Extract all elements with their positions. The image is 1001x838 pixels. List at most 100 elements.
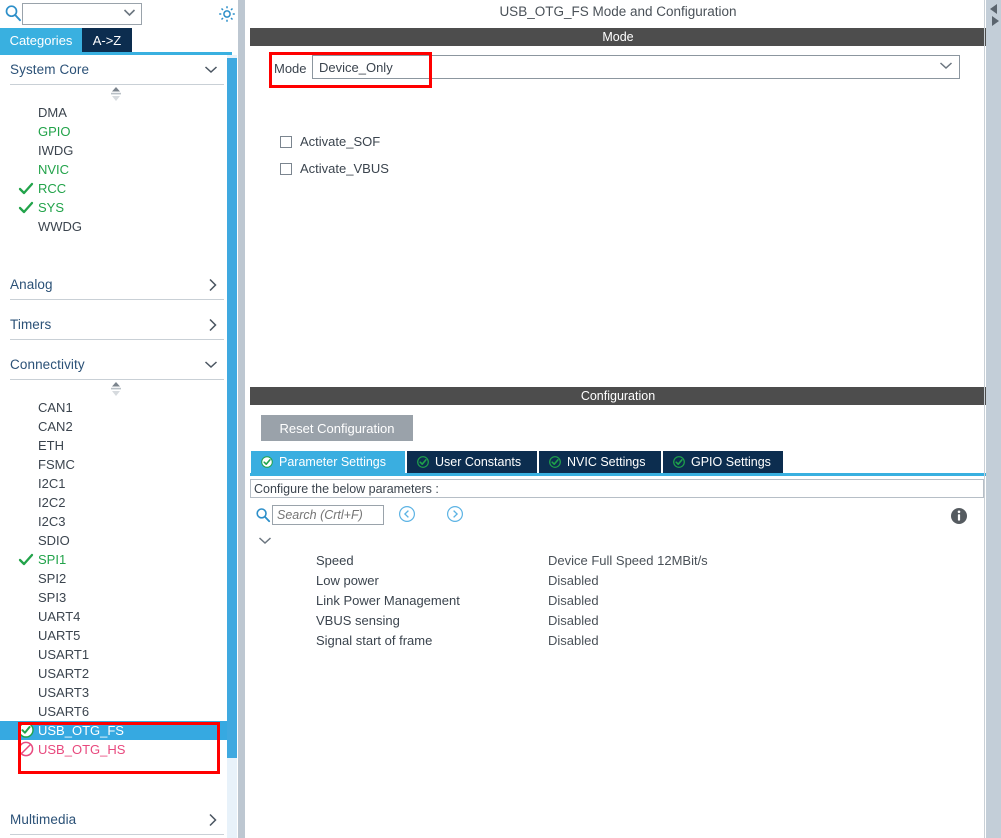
table-row[interactable]: Speed Device Full Speed 12MBit/s <box>250 550 986 570</box>
ip-item-uart4[interactable]: UART4 <box>0 607 232 626</box>
ip-search-row <box>0 0 235 28</box>
ip-tree-scrollbar[interactable] <box>227 55 237 838</box>
ip-item-rcc[interactable]: RCC <box>0 179 232 198</box>
group-header-multimedia[interactable]: Multimedia <box>10 805 224 835</box>
ip-item-i2c1[interactable]: I2C1 <box>0 474 232 493</box>
checkbox-box[interactable] <box>280 162 292 175</box>
parameter-value[interactable]: Disabled <box>548 593 599 608</box>
check-circle-icon <box>261 456 273 468</box>
ip-item-spi1[interactable]: SPI1 <box>0 550 232 569</box>
table-row[interactable]: Low power Disabled <box>250 570 986 590</box>
chevron-down-icon <box>204 62 218 77</box>
ip-search-combo[interactable] <box>22 3 142 25</box>
reset-configuration-button[interactable]: Reset Configuration <box>261 415 413 441</box>
ip-label: I2C2 <box>38 495 66 510</box>
ip-item-sys[interactable]: SYS <box>0 198 232 217</box>
ip-label: FSMC <box>38 457 75 472</box>
ip-item-fsmc[interactable]: FSMC <box>0 455 232 474</box>
parameter-table: Speed Device Full Speed 12MBit/s Low pow… <box>250 550 986 650</box>
tab-a-to-z-label: A->Z <box>92 32 122 48</box>
table-row[interactable]: Link Power Management Disabled <box>250 590 986 610</box>
ip-item-gpio[interactable]: GPIO <box>0 122 232 141</box>
ip-item-can1[interactable]: CAN1 <box>0 398 232 417</box>
group-header-analog[interactable]: Analog <box>10 270 224 300</box>
parameter-name: Link Power Management <box>316 592 460 608</box>
tab-label: GPIO Settings <box>691 455 771 469</box>
checkbox-box[interactable] <box>280 135 292 148</box>
ip-item-i2c2[interactable]: I2C2 <box>0 493 232 512</box>
tab-nvic-settings[interactable]: NVIC Settings <box>539 451 661 473</box>
ip-label: CAN2 <box>38 419 73 434</box>
ip-item-nvic[interactable]: NVIC <box>0 160 232 179</box>
group-header-system-core[interactable]: System Core <box>10 55 224 85</box>
ip-label: GPIO <box>38 124 71 139</box>
checkbox-activate-sof[interactable]: Activate_SOF <box>280 134 380 149</box>
next-circle-icon[interactable] <box>446 505 464 523</box>
ip-item-spi3[interactable]: SPI3 <box>0 588 232 607</box>
ip-item-usb-otg-fs[interactable]: USB_OTG_FS <box>0 721 228 740</box>
ip-label: DMA <box>38 105 67 120</box>
ip-item-usb-otg-hs[interactable]: USB_OTG_HS <box>0 740 232 759</box>
panel-divider <box>238 0 245 838</box>
tabstrip-underline <box>250 473 986 476</box>
search-input[interactable] <box>272 505 384 525</box>
ip-item-uart5[interactable]: UART5 <box>0 626 232 645</box>
chevron-right-icon <box>208 277 218 294</box>
ip-item-sdio[interactable]: SDIO <box>0 531 232 550</box>
parameter-value[interactable]: Disabled <box>548 613 599 628</box>
ip-item-usart1[interactable]: USART1 <box>0 645 232 664</box>
ip-item-usart3[interactable]: USART3 <box>0 683 232 702</box>
group-label: Multimedia <box>10 812 77 827</box>
tab-categories-label: Categories <box>9 32 73 48</box>
ip-item-dma[interactable]: DMA <box>0 103 232 122</box>
tab-user-constants[interactable]: User Constants <box>407 451 537 473</box>
ip-label: USART1 <box>38 647 90 662</box>
parameter-value[interactable]: Device Full Speed 12MBit/s <box>548 553 708 568</box>
checkbox-label: Activate_VBUS <box>300 161 389 176</box>
mode-section-header: Mode <box>250 28 986 46</box>
parameter-group-toggle[interactable] <box>258 533 272 548</box>
scroll-spinner-icon[interactable] <box>0 380 232 398</box>
scroll-spinner-icon[interactable] <box>0 85 232 103</box>
check-circle-icon <box>18 722 34 738</box>
parameter-value[interactable]: Disabled <box>548 573 599 588</box>
tab-parameter-settings[interactable]: Parameter Settings <box>251 451 405 473</box>
configuration-tabstrip: Parameter Settings User Constants NVIC S… <box>250 451 986 473</box>
ip-item-eth[interactable]: ETH <box>0 436 232 455</box>
table-row[interactable]: Signal start of frame Disabled <box>250 630 986 650</box>
group-label: Timers <box>10 317 52 332</box>
mode-select[interactable]: Device_Only <box>312 55 960 79</box>
table-row[interactable]: VBUS sensing Disabled <box>250 610 986 630</box>
tab-categories[interactable]: Categories <box>0 28 82 52</box>
gear-icon[interactable] <box>217 4 237 24</box>
tab-label: Parameter Settings <box>279 455 386 469</box>
group-header-timers[interactable]: Timers <box>10 310 224 340</box>
ip-item-iwdg[interactable]: IWDG <box>0 141 232 160</box>
info-icon[interactable] <box>950 507 968 525</box>
ip-label: USART6 <box>38 704 90 719</box>
prev-circle-icon[interactable] <box>398 505 416 523</box>
ip-item-i2c3[interactable]: I2C3 <box>0 512 232 531</box>
checkbox-activate-vbus[interactable]: Activate_VBUS <box>280 161 389 176</box>
group-items-connectivity: CAN1 CAN2 ETH FSMC I2C1 I2C2 I2C3 SDIO S… <box>0 398 232 759</box>
ip-item-usart2[interactable]: USART2 <box>0 664 232 683</box>
ip-label: UART4 <box>38 609 81 624</box>
tab-gpio-settings[interactable]: GPIO Settings <box>663 451 783 473</box>
ip-item-usart6[interactable]: USART6 <box>0 702 232 721</box>
check-icon <box>18 200 34 215</box>
mode-label: Mode <box>274 61 307 76</box>
ip-item-wwdg[interactable]: WWDG <box>0 217 232 236</box>
scrollbar-thumb[interactable] <box>227 58 237 758</box>
ip-label: UART5 <box>38 628 81 643</box>
tab-a-to-z[interactable]: A->Z <box>82 28 132 52</box>
group-header-connectivity[interactable]: Connectivity <box>10 350 224 380</box>
group-label: System Core <box>10 62 90 77</box>
ip-item-spi2[interactable]: SPI2 <box>0 569 232 588</box>
collapse-panel-button[interactable] <box>985 2 1001 36</box>
ip-label: USART2 <box>38 666 90 681</box>
forbidden-icon <box>18 741 34 757</box>
parameter-name: Signal start of frame <box>316 632 433 648</box>
ip-item-can2[interactable]: CAN2 <box>0 417 232 436</box>
ip-label: CAN1 <box>38 400 73 415</box>
parameter-value[interactable]: Disabled <box>548 633 599 648</box>
